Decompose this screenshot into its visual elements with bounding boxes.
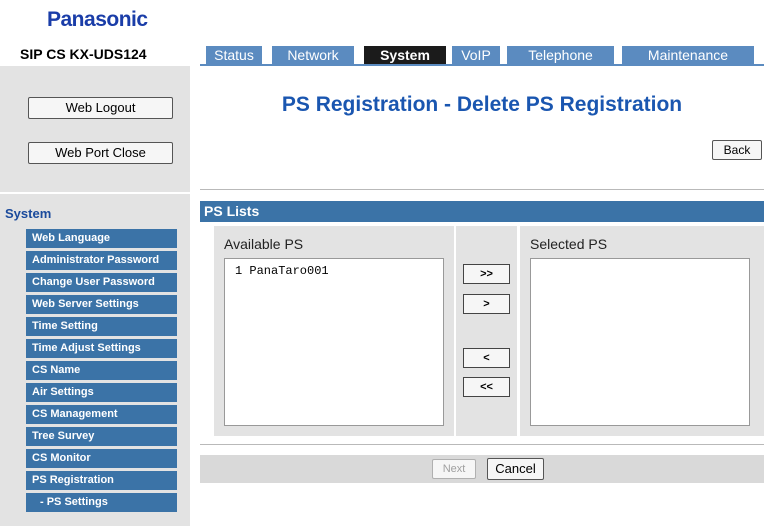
sidebar-item-cs-name[interactable]: CS Name (26, 361, 177, 380)
divider-bottom (200, 444, 764, 445)
move-left-button[interactable]: < (463, 348, 510, 368)
ps-lists-header: PS Lists (200, 201, 764, 222)
tab-voip[interactable]: VoIP (452, 46, 500, 64)
selected-ps-label: Selected PS (530, 236, 608, 252)
footer-bar (200, 455, 764, 483)
next-button[interactable]: Next (432, 459, 476, 479)
available-ps-listbox[interactable]: 1 PanaTaro001 (224, 258, 444, 426)
tab-network[interactable]: Network (272, 46, 354, 64)
move-all-left-button[interactable]: << (463, 377, 510, 397)
sidebar-item-ps-registration[interactable]: PS Registration (26, 471, 177, 490)
sidebar-section-label: System (5, 206, 52, 221)
web-logout-button[interactable]: Web Logout (28, 97, 173, 119)
tab-underline (200, 64, 764, 66)
web-port-close-button[interactable]: Web Port Close (28, 142, 173, 164)
list-item[interactable]: 1 PanaTaro001 (235, 264, 329, 278)
sidebar-item-time-adjust-settings[interactable]: Time Adjust Settings (26, 339, 177, 358)
move-all-right-button[interactable]: >> (463, 264, 510, 284)
sidebar-item-web-language[interactable]: Web Language (26, 229, 177, 248)
sidebar-item-administrator-password[interactable]: Administrator Password (26, 251, 177, 270)
move-right-button[interactable]: > (463, 294, 510, 314)
sidebar-divider (0, 192, 190, 194)
page-title: PS Registration - Delete PS Registration (281, 93, 683, 116)
sidebar-item-cs-monitor[interactable]: CS Monitor (26, 449, 177, 468)
available-ps-label: Available PS (224, 236, 304, 252)
selected-ps-listbox[interactable] (530, 258, 750, 426)
tab-system[interactable]: System (364, 46, 446, 64)
sidebar-item-web-server-settings[interactable]: Web Server Settings (26, 295, 177, 314)
sidebar-item-tree-survey[interactable]: Tree Survey (26, 427, 177, 446)
brand-logo: Panasonic (47, 8, 148, 31)
sidebar-item-change-user-password[interactable]: Change User Password (26, 273, 177, 292)
sidebar-item-cs-management[interactable]: CS Management (26, 405, 177, 424)
sidebar-item-ps-settings[interactable]: - PS Settings (26, 493, 177, 512)
tab-maintenance[interactable]: Maintenance (622, 46, 754, 64)
divider-top (200, 189, 764, 190)
tab-status[interactable]: Status (206, 46, 262, 64)
model-name: SIP CS KX-UDS124 (20, 46, 147, 62)
transfer-pane (456, 226, 517, 436)
sidebar-item-time-setting[interactable]: Time Setting (26, 317, 177, 336)
sidebar-item-air-settings[interactable]: Air Settings (26, 383, 177, 402)
back-button[interactable]: Back (712, 140, 762, 160)
cancel-button[interactable]: Cancel (487, 458, 544, 480)
tab-telephone[interactable]: Telephone (507, 46, 614, 64)
